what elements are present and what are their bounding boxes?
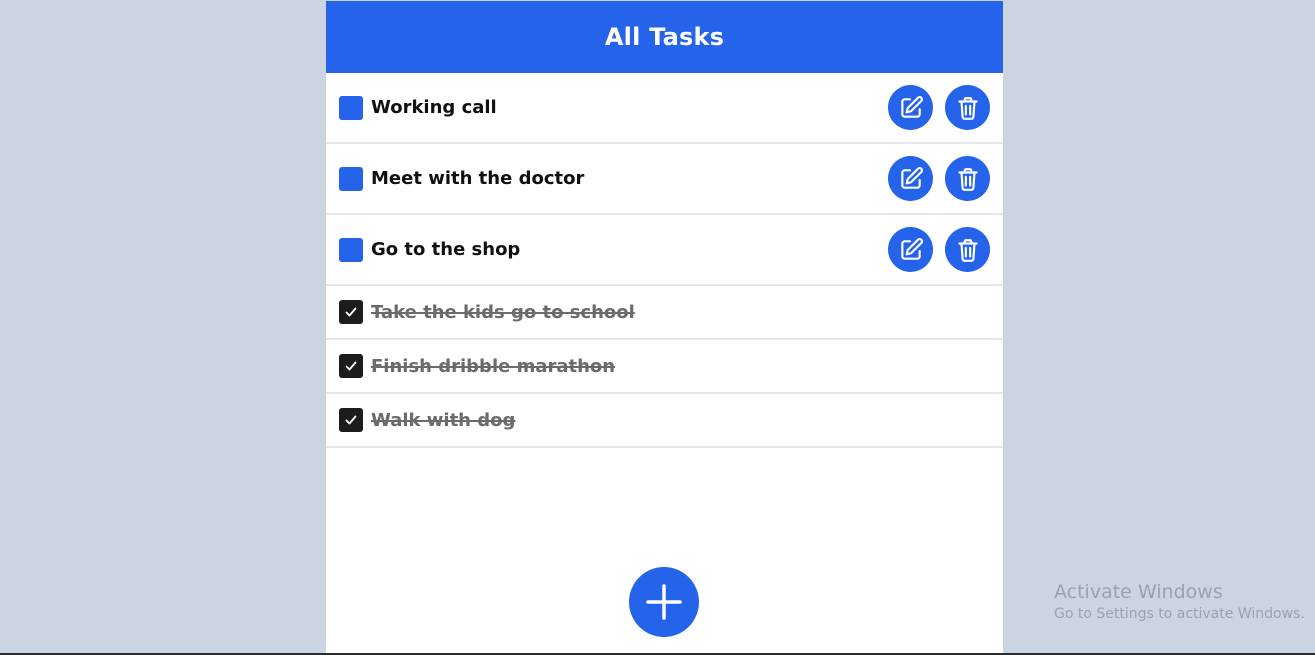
edit-icon: [900, 166, 923, 189]
watermark-subtitle: Go to Settings to activate Windows.: [1054, 606, 1305, 622]
edit-icon: [900, 95, 923, 118]
check-icon: [345, 415, 357, 425]
task-checkbox[interactable]: [339, 95, 363, 120]
trash-icon: [957, 238, 978, 262]
task-panel: All Tasks Working call Meet with the doc…: [326, 1, 1003, 654]
task-item-completed: Walk with dog: [326, 394, 1003, 448]
edit-icon: [900, 237, 923, 260]
trash-icon: [957, 96, 978, 120]
plus-icon: [646, 584, 682, 620]
check-icon: [345, 361, 357, 371]
page-title: All Tasks: [604, 23, 725, 51]
task-checkbox[interactable]: [339, 408, 363, 432]
task-label: Go to the shop: [371, 239, 521, 260]
check-icon: [345, 307, 357, 317]
task-actions: [888, 227, 990, 272]
task-label: Take the kids go to school: [371, 301, 635, 323]
task-item: Go to the shop: [326, 215, 1003, 286]
task-checkbox[interactable]: [339, 166, 363, 191]
app-header: All Tasks: [326, 1, 1003, 73]
task-item-completed: Finish dribble marathon: [326, 340, 1003, 394]
task-label: Working call: [371, 97, 497, 118]
add-task-button[interactable]: [629, 567, 699, 637]
watermark-title: Activate Windows: [1054, 581, 1223, 603]
task-checkbox[interactable]: [339, 300, 363, 324]
task-checkbox[interactable]: [339, 354, 363, 378]
windows-activation-watermark: Activate Windows Go to Settings to activ…: [1054, 580, 1305, 624]
task-label: Walk with dog: [371, 409, 516, 431]
edit-button[interactable]: [888, 227, 933, 272]
task-list: Working call Meet with the doctor Go to …: [326, 73, 1003, 448]
task-checkbox[interactable]: [339, 237, 363, 262]
delete-button[interactable]: [945, 156, 990, 201]
task-label: Meet with the doctor: [371, 168, 585, 189]
edit-button[interactable]: [888, 85, 933, 130]
task-actions: [888, 85, 990, 130]
task-item: Working call: [326, 73, 1003, 144]
task-label: Finish dribble marathon: [371, 355, 616, 377]
edit-button[interactable]: [888, 156, 933, 201]
delete-button[interactable]: [945, 85, 990, 130]
task-item-completed: Take the kids go to school: [326, 286, 1003, 340]
delete-button[interactable]: [945, 227, 990, 272]
task-item: Meet with the doctor: [326, 144, 1003, 215]
trash-icon: [957, 167, 978, 191]
task-actions: [888, 156, 990, 201]
